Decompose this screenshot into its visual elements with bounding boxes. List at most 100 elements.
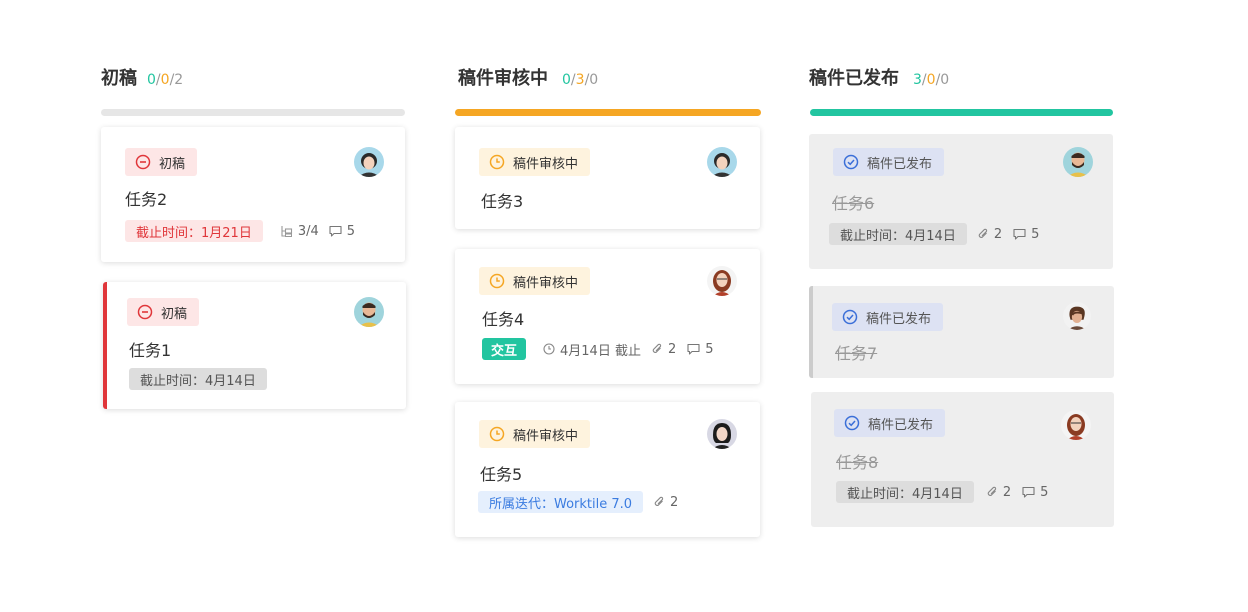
subtask-icon [281,226,292,237]
task-title[interactable]: 任务6 [832,190,874,214]
status-tag[interactable]: 稿件审核中 [479,148,591,176]
status-tag[interactable]: 稿件已发布 [833,148,945,176]
minus-circle-icon [137,304,153,320]
deadline-badge: 截止时间：4月14日 [829,223,967,245]
avatar[interactable] [1063,302,1091,330]
subtask-count: 3/4 [281,224,319,239]
column-counts: 0/0/2 [147,72,184,88]
card-accent [809,286,813,378]
done-count: 0 [147,72,156,88]
due-date: 4月14日 截止 [543,340,641,359]
task-card[interactable]: 稿件审核中 任务5 所属迭代：Worktile 7.0 2 [455,402,760,537]
attachment-count: 2 [978,227,1002,242]
status-label: 稿件已发布 [867,156,933,172]
iteration-badge[interactable]: 所属迭代：Worktile 7.0 [478,491,644,513]
column-progress-bar [455,109,761,116]
task-title[interactable]: 任务2 [125,186,167,210]
status-label: 稿件审核中 [513,428,579,444]
check-circle-icon [842,309,858,325]
task-meta: 截止时间：4月14日 [129,368,267,390]
comment-icon [329,225,342,237]
task-title[interactable]: 任务5 [480,461,522,485]
column-header: 稿件已发布 3/0/0 [809,64,949,90]
card-accent [103,282,107,409]
deadline-badge: 截止时间：4月14日 [129,368,267,390]
clock-icon [489,426,505,442]
column-header: 稿件审核中 0/3/0 [458,64,598,90]
attachment-count: 2 [652,342,676,357]
total-count: 0 [589,72,599,88]
avatar[interactable] [1063,147,1093,177]
done-count: 0 [562,72,571,88]
avatar[interactable] [354,297,384,327]
deadline-badge: 截止时间：4月14日 [836,481,974,503]
attachment-count: 2 [654,495,678,510]
comment-count: 5 [329,224,355,239]
task-card[interactable]: 稿件已发布 任务8 截止时间：4月14日 2 5 [811,392,1114,527]
status-label: 稿件审核中 [513,156,579,172]
clock-icon [489,273,505,289]
comment-count: 5 [1022,485,1048,500]
minus-circle-icon [135,154,151,170]
task-meta: 所属迭代：Worktile 7.0 2 [478,491,678,513]
check-circle-icon [844,415,860,431]
avatar[interactable] [1061,410,1091,440]
paperclip-icon [654,496,664,506]
column-counts: 3/0/0 [913,72,950,88]
paperclip-icon [978,228,987,238]
status-label: 稿件已发布 [866,311,932,327]
comment-icon [1022,486,1035,498]
column-review: 稿件审核中 0/3/0 稿件审核中 任务3 稿件审核中 任务4 交互 4月14日… [455,0,761,612]
progress-count: 0 [926,72,936,88]
check-circle-icon [843,154,859,170]
comment-icon [687,343,700,355]
column-progress-bar [810,109,1113,116]
status-tag[interactable]: 稿件审核中 [479,267,591,295]
avatar[interactable] [707,419,737,449]
progress-count: 0 [160,72,170,88]
comment-icon [1013,228,1026,240]
status-tag[interactable]: 稿件已发布 [834,409,946,437]
column-counts: 0/3/0 [562,72,599,88]
comment-count: 5 [1013,227,1039,242]
column-title: 初稿 [101,68,137,89]
column-title: 稿件审核中 [458,68,548,89]
task-meta: 截止时间：4月14日 2 5 [836,481,1048,503]
status-label: 稿件已发布 [868,417,934,433]
task-card[interactable]: 稿件审核中 任务4 交互 4月14日 截止 2 5 [455,249,760,384]
task-title[interactable]: 任务4 [482,306,524,330]
status-tag[interactable]: 初稿 [127,298,200,326]
avatar[interactable] [354,147,384,177]
avatar[interactable] [707,147,737,177]
task-card[interactable]: 初稿 任务2 截止时间：1月21日 3/4 5 [101,127,405,262]
task-card[interactable]: 初稿 任务1 截止时间：4月14日 [103,282,406,409]
column-published: 稿件已发布 3/0/0 稿件已发布 任务6 截止时间：4月14日 2 5 稿件已… [809,0,1115,612]
paperclip-icon [652,343,662,353]
progress-count: 3 [575,72,585,88]
status-tag[interactable]: 稿件已发布 [832,303,944,331]
status-label: 初稿 [161,306,188,322]
clock-icon [489,154,505,170]
comment-count: 5 [687,342,714,357]
status-tag[interactable]: 初稿 [125,148,198,176]
status-label: 稿件审核中 [513,275,579,291]
task-title[interactable]: 任务7 [835,340,877,364]
task-card[interactable]: 稿件审核中 任务3 [455,127,760,229]
total-count: 0 [940,72,950,88]
task-title[interactable]: 任务1 [129,337,171,361]
column-draft: 初稿 0/0/2 初稿 任务2 截止时间：1月21日 3/4 5 初稿 任务1 … [101,0,406,612]
task-card[interactable]: 稿件已发布 任务7 [809,286,1114,378]
task-card[interactable]: 稿件已发布 任务6 截止时间：4月14日 2 5 [809,134,1113,269]
task-title[interactable]: 任务3 [481,188,523,212]
column-title: 稿件已发布 [809,68,899,89]
task-meta: 截止时间：1月21日 3/4 5 [125,220,355,242]
avatar[interactable] [707,266,737,296]
done-count: 3 [913,72,922,88]
column-header: 初稿 0/0/2 [101,64,183,90]
task-title[interactable]: 任务8 [836,449,878,473]
task-meta: 截止时间：4月14日 2 5 [829,223,1039,245]
clock-icon [543,343,555,355]
label-tag[interactable]: 交互 [482,338,527,360]
task-meta: 交互 4月14日 截止 2 5 [482,338,714,360]
status-tag[interactable]: 稿件审核中 [479,420,591,448]
